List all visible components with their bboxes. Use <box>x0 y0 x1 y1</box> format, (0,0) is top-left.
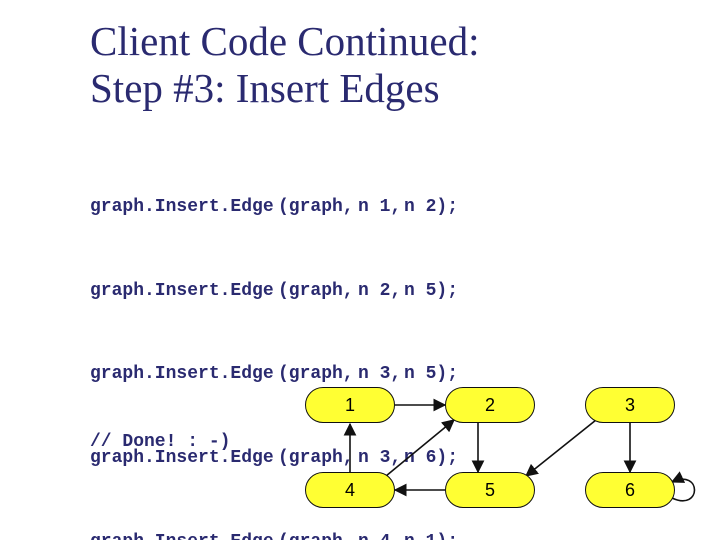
code-row: graph.Insert.Edge(graph,n 4,n 1); <box>90 529 670 540</box>
code-row: graph.Insert.Edge(graph,n 3,n 5); <box>90 361 670 389</box>
title-line-2: Step #3: Insert Edges <box>90 65 440 111</box>
code-row: graph.Insert.Edge(graph,n 1,n 2); <box>90 194 670 222</box>
code-block: graph.Insert.Edge(graph,n 1,n 2); graph.… <box>90 138 670 540</box>
code-row: graph.Insert.Edge(graph,n 2,n 5); <box>90 278 670 306</box>
slide: Client Code Continued: Step #3: Insert E… <box>0 0 720 540</box>
slide-title: Client Code Continued: Step #3: Insert E… <box>90 18 670 112</box>
done-comment: // Done! : -) <box>90 432 230 452</box>
title-line-1: Client Code Continued: <box>90 18 479 64</box>
